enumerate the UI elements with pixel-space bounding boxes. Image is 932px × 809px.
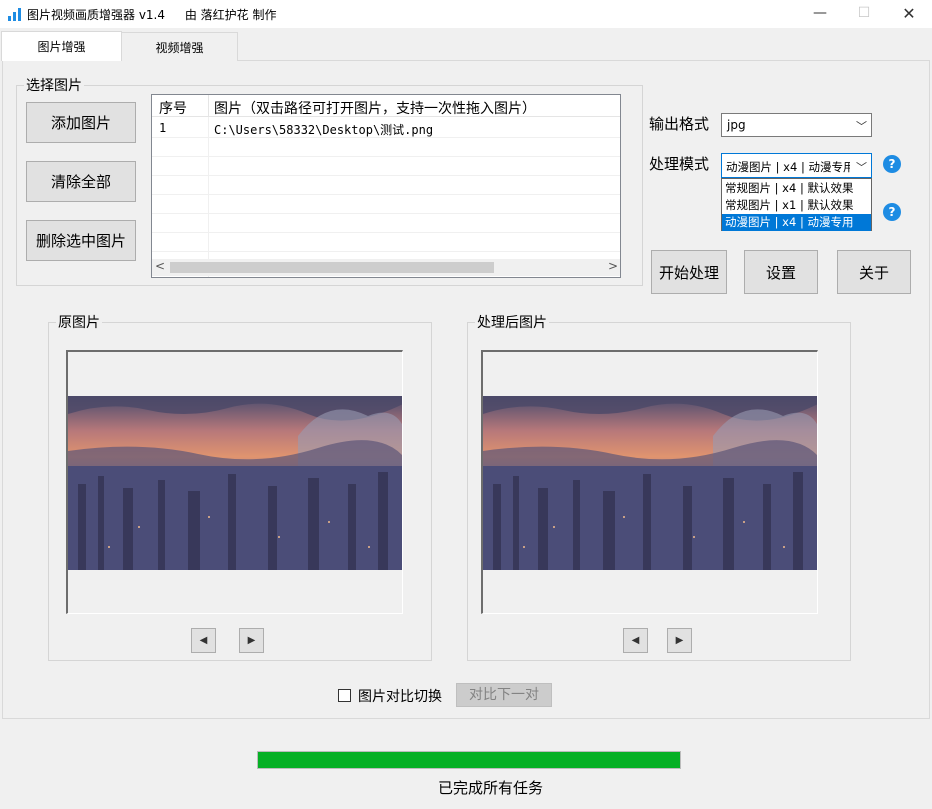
close-icon: ✕ xyxy=(902,4,916,23)
app-title: 图片视频画质增强器 v1.4 xyxy=(27,8,166,22)
help-icon[interactable]: ? xyxy=(883,155,901,173)
arrow-right-icon: ▶ xyxy=(675,635,684,646)
processed-image-frame xyxy=(481,350,818,614)
processed-prev-button[interactable]: ◀ xyxy=(623,628,648,653)
empty-row xyxy=(152,157,620,176)
mode-option[interactable]: 常规图片 | x1 | 默认效果 xyxy=(722,197,871,214)
empty-row xyxy=(152,138,620,157)
mode-option[interactable]: 常规图片 | x4 | 默认效果 xyxy=(722,180,871,197)
scroll-left-icon[interactable]: < xyxy=(155,259,165,273)
processed-image xyxy=(483,396,817,570)
progress-bar xyxy=(257,751,681,769)
arrow-right-icon: ▶ xyxy=(247,635,256,646)
add-image-button[interactable]: 添加图片 xyxy=(26,102,136,143)
list-header: 序号 图片（双击路径可打开图片，支持一次性拖入图片） xyxy=(152,95,620,117)
row-path[interactable]: C:\Users\58332\Desktop\测试.png xyxy=(214,121,433,138)
progress-fill xyxy=(258,752,680,768)
app-icon xyxy=(8,8,21,21)
start-process-button[interactable]: 开始处理 xyxy=(651,250,727,294)
output-format-select[interactable]: jpg ﹀ xyxy=(721,113,872,137)
chevron-down-icon: ﹀ xyxy=(856,161,867,174)
original-image xyxy=(68,396,402,570)
minimize-button[interactable]: — xyxy=(797,0,843,28)
column-header-path[interactable]: 图片（双击路径可打开图片，支持一次性拖入图片） xyxy=(214,98,536,118)
compare-checkbox-label[interactable]: 图片对比切换 xyxy=(358,686,442,706)
output-format-value: jpg xyxy=(727,118,746,132)
column-divider[interactable] xyxy=(208,95,209,117)
delete-selected-button[interactable]: 删除选中图片 xyxy=(26,220,136,261)
mode-dropdown-list[interactable]: 常规图片 | x4 | 默认效果 常规图片 | x1 | 默认效果 动漫图片 |… xyxy=(721,178,872,231)
empty-row xyxy=(152,233,620,252)
processed-image-label: 处理后图片 xyxy=(475,312,549,332)
output-format-label: 输出格式 xyxy=(649,115,710,133)
about-button[interactable]: 关于 xyxy=(837,250,911,294)
mode-value: 动漫图片 | x4 | 动漫专用 xyxy=(726,160,850,174)
arrow-left-icon: ◀ xyxy=(199,635,208,646)
scrollbar-thumb[interactable] xyxy=(170,262,494,273)
mode-label: 处理模式 xyxy=(649,155,710,173)
empty-row xyxy=(152,195,620,214)
clear-all-button[interactable]: 清除全部 xyxy=(26,161,136,202)
author-credit: 由 落红护花 制作 xyxy=(184,8,277,22)
original-image-label: 原图片 xyxy=(56,312,102,332)
table-row[interactable]: 1 C:\Users\58332\Desktop\测试.png xyxy=(152,119,620,138)
empty-row xyxy=(152,176,620,195)
maximize-icon: ☐ xyxy=(857,5,871,21)
original-next-button[interactable]: ▶ xyxy=(239,628,264,653)
original-image-frame xyxy=(66,350,403,614)
settings-button[interactable]: 设置 xyxy=(744,250,818,294)
close-button[interactable]: ✕ xyxy=(886,0,932,28)
chevron-down-icon: ﹀ xyxy=(856,120,867,133)
processed-next-button[interactable]: ▶ xyxy=(667,628,692,653)
empty-row xyxy=(152,214,620,233)
scroll-right-icon[interactable]: > xyxy=(608,259,618,273)
minimize-icon: — xyxy=(813,5,827,21)
maximize-button[interactable]: ☐ xyxy=(841,0,887,28)
mode-option-selected[interactable]: 动漫图片 | x4 | 动漫专用 xyxy=(722,214,871,231)
row-index: 1 xyxy=(159,121,167,135)
horizontal-scrollbar[interactable]: < > xyxy=(152,259,620,276)
status-message: 已完成所有任务 xyxy=(438,779,544,797)
compare-checkbox[interactable] xyxy=(338,689,351,702)
mode-select[interactable]: 动漫图片 | x4 | 动漫专用 ﹀ xyxy=(721,153,872,178)
column-header-index[interactable]: 序号 xyxy=(159,98,187,118)
arrow-left-icon: ◀ xyxy=(631,635,640,646)
select-image-group-label: 选择图片 xyxy=(24,75,84,95)
image-list[interactable]: 序号 图片（双击路径可打开图片，支持一次性拖入图片） 1 C:\Users\58… xyxy=(151,94,621,278)
tab-video-enhance[interactable]: 视频增强 xyxy=(122,32,238,61)
compare-next-pair-button[interactable]: 对比下一对 xyxy=(456,683,552,707)
help-icon[interactable]: ? xyxy=(883,203,901,221)
tab-image-enhance[interactable]: 图片增强 xyxy=(1,31,122,61)
original-prev-button[interactable]: ◀ xyxy=(191,628,216,653)
window-title: 图片视频画质增强器 v1.4 由 落红护花 制作 xyxy=(27,6,276,23)
